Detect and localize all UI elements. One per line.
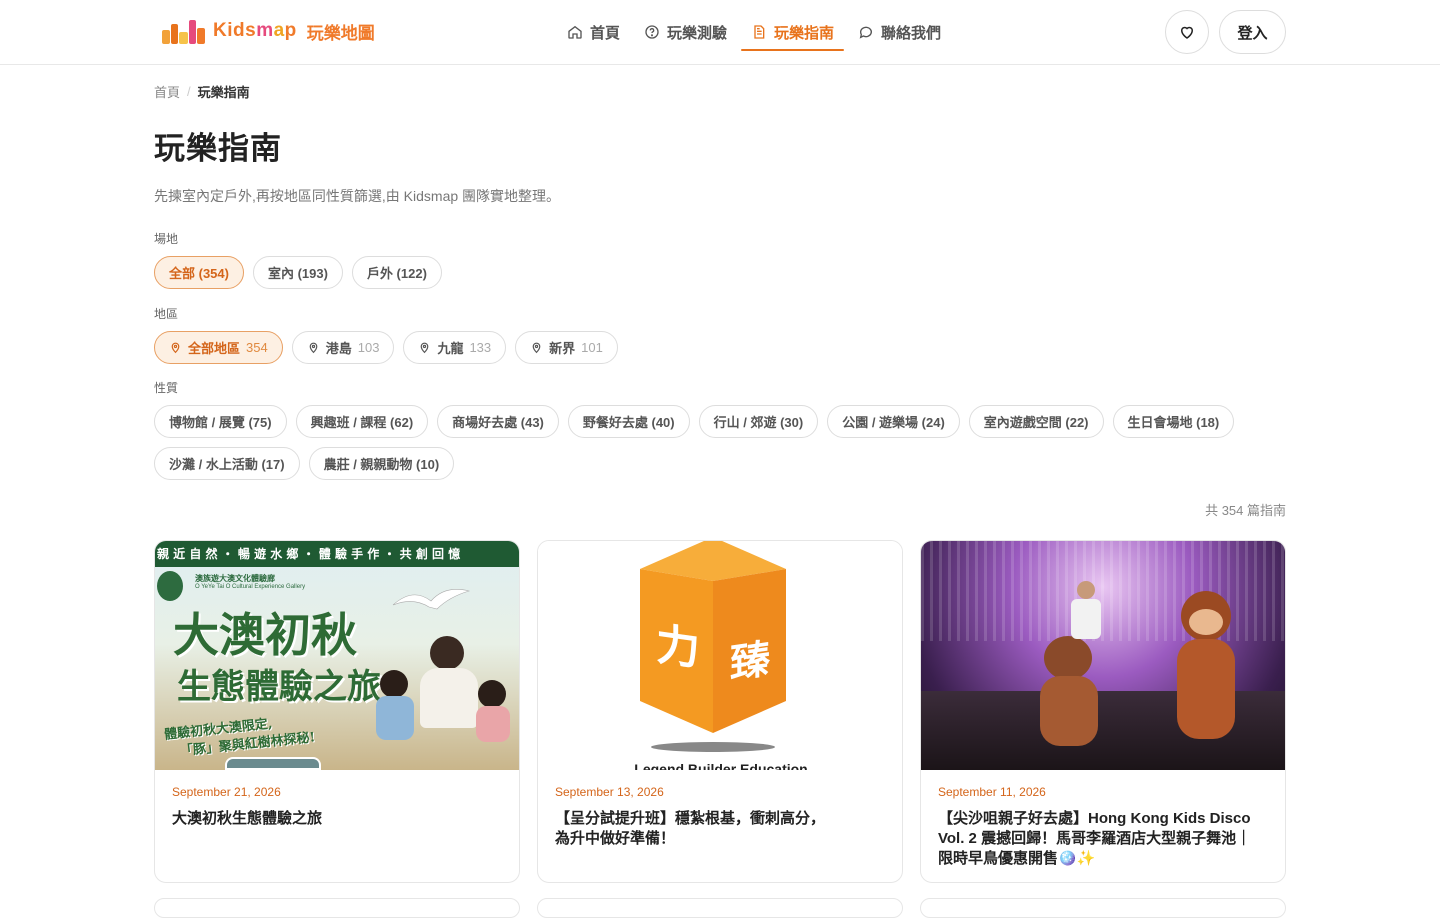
location-pin-icon — [309, 342, 318, 354]
site-logo[interactable]: Kidsmap 玩樂地圖 — [162, 18, 375, 44]
type-chip-classes[interactable]: 興趣班 / 課程 (62) — [295, 405, 429, 438]
monkey-mascot — [1171, 591, 1241, 741]
home-icon — [568, 25, 582, 39]
type-chip-hiking[interactable]: 行山 / 郊遊 (30) — [698, 405, 819, 438]
card-title: 【呈分試提升班】穩紮根基，衝刺高分，為升中做好準備！ — [555, 810, 826, 847]
nav-quiz-label: 玩樂測驗 — [667, 24, 728, 42]
type-chip-indoor-play[interactable]: 室內遊戲空間 (22) — [968, 405, 1104, 438]
card-date: September 13, 2026 — [555, 785, 664, 799]
type-chip-park[interactable]: 公園 / 遊樂場 (24) — [827, 405, 960, 438]
main-nav: 首頁 玩樂測驗 玩樂指南 聯絡我們 — [555, 0, 953, 65]
bird-icon — [392, 589, 471, 610]
breadcrumb: 首頁 / 玩樂指南 — [154, 82, 1286, 101]
guide-card[interactable]: 力 臻 Legend Builder Education September 1… — [537, 540, 903, 883]
card-image-headline: 大澳初秋 — [173, 608, 357, 662]
venue-chip-outdoor[interactable]: 戶外 (122) — [351, 256, 442, 289]
guide-card-partial[interactable] — [537, 898, 903, 918]
region-chip-label: 新界 — [549, 341, 576, 356]
favorites-button[interactable] — [1165, 10, 1209, 54]
card-image: 力 臻 Legend Builder Education — [538, 541, 902, 770]
main-content: 首頁 / 玩樂指南 玩樂指南 先揀室內定戶外,再按地區同性質篩選,由 Kidsm… — [154, 65, 1286, 918]
region-chip-count: 103 — [357, 340, 380, 355]
guide-card[interactable]: September 11, 2026 【尖沙咀親子好去處】Hong Kong K… — [920, 540, 1286, 883]
type-chip-beach[interactable]: 沙灘 / 水上活動 (17) — [154, 447, 300, 480]
logo-text: Kidsmap — [213, 20, 297, 41]
venue-filter: 場地 全部 (354) 室內 (193) 戶外 (122) — [154, 230, 442, 289]
guide-card-partial[interactable] — [920, 898, 1286, 918]
venue-chip-indoor[interactable]: 室內 (193) — [252, 256, 343, 289]
logo-char-left: 力 — [656, 619, 700, 676]
breadcrumb-current: 玩樂指南 — [197, 85, 250, 100]
breadcrumb-home[interactable]: 首頁 — [154, 82, 180, 101]
type-filter-label: 性質 — [154, 381, 179, 395]
guide-card-partial[interactable] — [154, 898, 520, 918]
nav-contact-label: 聯絡我們 — [881, 24, 942, 42]
location-pin-icon — [171, 342, 180, 354]
total-count: 共 354 篇指南 — [1205, 503, 1286, 518]
type-chip-birthday[interactable]: 生日會場地 (18) — [1112, 405, 1235, 438]
venue-filter-label: 場地 — [154, 232, 179, 246]
people-illustration — [376, 636, 519, 746]
login-button[interactable]: 登入 — [1219, 10, 1286, 54]
region-chip-label: 全部地區 — [188, 341, 241, 356]
card-image-caption: 體驗初秋大澳限定, 「豚」聚與紅樹林探秘! — [163, 716, 316, 760]
location-pin-icon — [421, 342, 429, 354]
venue-chip-all[interactable]: 全部 (354) — [154, 256, 244, 289]
page-title: 玩樂指南 — [154, 131, 282, 166]
nav-contact[interactable]: 聯絡我們 — [846, 0, 953, 64]
page-description: 先揀室內定戶外,再按地區同性質篩選,由 Kidsmap 團隊實地整理。 — [154, 188, 561, 204]
site-header: Kidsmap 玩樂地圖 首頁 玩樂測驗 玩樂指南 聯絡我們 登入 — [0, 0, 1440, 65]
type-chip-museum[interactable]: 博物館 / 展覽 (75) — [154, 405, 287, 438]
card-image — [921, 541, 1285, 770]
question-circle-icon — [645, 25, 659, 39]
type-chip-farm[interactable]: 農莊 / 親親動物 (10) — [308, 447, 455, 480]
performer — [1071, 581, 1101, 651]
type-filter: 性質 博物館 / 展覽 (75) 興趣班 / 課程 (62) 商場好去處 (43… — [154, 379, 1286, 480]
guide-card[interactable]: 親 近 自 然 ・ 暢 遊 水 鄉 ・ 體 驗 手 作 ・ 共 創 回 憶 澳族… — [154, 540, 520, 883]
breadcrumb-separator: / — [187, 84, 191, 99]
seal-logo-icon — [157, 571, 183, 601]
nav-quiz[interactable]: 玩樂測驗 — [632, 0, 739, 64]
region-chip-label: 九龍 — [437, 341, 464, 356]
region-chip-count: 354 — [246, 340, 268, 355]
region-filter-label: 地區 — [154, 307, 179, 321]
card-title: 【尖沙咀親子好去處】Hong Kong Kids Disco Vol. 2 震撼… — [938, 810, 1252, 867]
card-date: September 21, 2026 — [172, 785, 281, 799]
nav-guide[interactable]: 玩樂指南 — [739, 0, 846, 64]
logo-blocks-icon — [162, 18, 205, 44]
logo-subtitle: 玩樂地圖 — [306, 23, 375, 43]
region-chip-hk-island[interactable]: 港島 103 — [291, 331, 395, 364]
region-chip-kowloon[interactable]: 九龍 133 — [403, 331, 507, 364]
type-chip-picnic[interactable]: 野餐好去處 (40) — [567, 405, 690, 438]
card-image: 親 近 自 然 ・ 暢 遊 水 鄉 ・ 體 驗 手 作 ・ 共 創 回 憶 澳族… — [155, 541, 519, 770]
logo-char-right: 臻 — [730, 637, 770, 687]
region-chip-new-territories[interactable]: 新界 101 — [515, 331, 618, 364]
nav-guide-label: 玩樂指南 — [774, 24, 835, 42]
region-chip-count: 101 — [581, 340, 603, 355]
chat-bubble-icon — [859, 26, 873, 39]
document-icon — [754, 25, 765, 39]
card-title: 大澳初秋生態體驗之旅 — [172, 810, 323, 827]
next-row-cards — [154, 898, 1286, 918]
type-chip-mall[interactable]: 商場好去處 (43) — [437, 405, 559, 438]
location-pin-icon — [532, 342, 541, 354]
nav-home-label: 首頁 — [590, 24, 621, 42]
card-date: September 11, 2026 — [938, 785, 1046, 799]
guide-card-list: 親 近 自 然 ・ 暢 遊 水 鄉 ・ 體 驗 手 作 ・ 共 創 回 憶 澳族… — [154, 540, 1286, 883]
region-filter: 地區 全部地區 354 港島 103 九龍 133 新界 101 — [154, 305, 618, 364]
heart-icon — [1180, 26, 1194, 39]
card-image-banner: 親 近 自 然 ・ 暢 遊 水 鄉 ・ 體 驗 手 作 ・ 共 創 回 憶 — [155, 541, 519, 567]
region-chip-all[interactable]: 全部地區 354 — [154, 331, 283, 364]
region-chip-count: 133 — [469, 340, 492, 355]
region-chip-label: 港島 — [325, 341, 352, 356]
nav-home[interactable]: 首頁 — [555, 0, 632, 64]
bear-mascot — [1036, 636, 1101, 746]
logo-caption: Legend Builder Education — [634, 761, 808, 770]
card-image-headline-2: 生態體驗之旅 — [177, 667, 381, 707]
